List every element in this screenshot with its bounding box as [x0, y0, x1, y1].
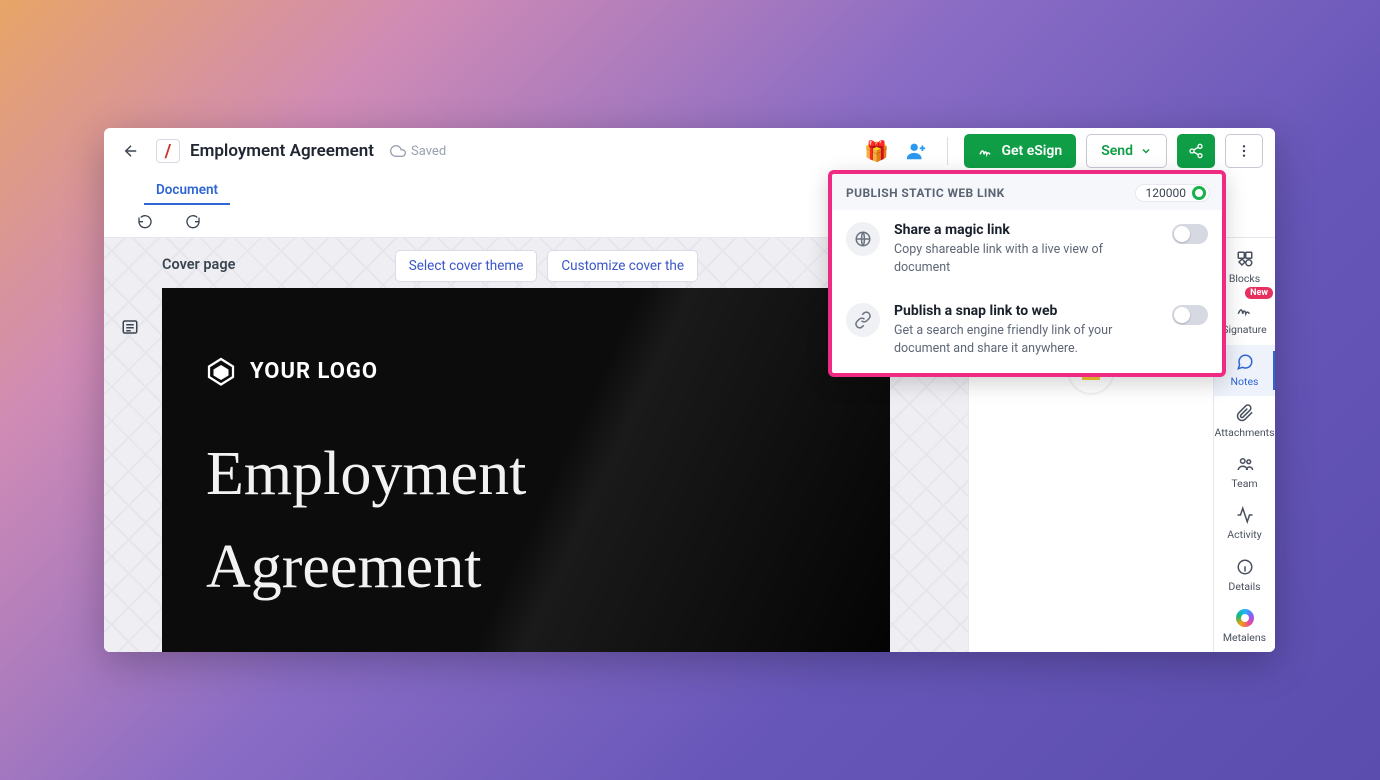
publish-counter-value: 120000: [1146, 186, 1186, 200]
saved-indicator: Saved: [390, 143, 446, 159]
saved-label: Saved: [411, 144, 446, 159]
status-dot-icon: [1192, 186, 1206, 200]
rail-item-activity[interactable]: Activity: [1214, 498, 1275, 549]
cover-headline: Employment Agreement: [206, 428, 706, 614]
cloud-icon: [390, 143, 406, 159]
magic-link-row: Share a magic link Copy shareable link w…: [832, 210, 1222, 291]
customize-cover-button[interactable]: Customize cover the: [547, 250, 698, 282]
share-icon: [1188, 143, 1204, 159]
cover-page-label: Cover page: [162, 256, 235, 273]
info-icon: [1236, 558, 1254, 576]
get-esign-button[interactable]: Get eSign: [964, 134, 1076, 168]
gift-button[interactable]: 🎁: [861, 136, 891, 166]
cover-logo-text: YOUR LOGO: [250, 359, 378, 384]
left-rail: [110, 312, 150, 342]
send-label: Send: [1101, 143, 1133, 159]
topbar: / Employment Agreement Saved 🎁 Get eSign…: [104, 128, 1275, 174]
rail-item-metalens[interactable]: Metalens: [1214, 601, 1275, 652]
magic-link-desc: Copy shareable link with a live view of …: [894, 241, 1158, 277]
snap-link-row: Publish a snap link to web Get a search …: [832, 291, 1222, 372]
document-cover-page[interactable]: YOUR LOGO Employment Agreement: [162, 288, 890, 652]
document-title[interactable]: Employment Agreement: [190, 141, 374, 161]
publish-popover-title: PUBLISH STATIC WEB LINK: [846, 186, 1005, 200]
magic-link-title: Share a magic link: [894, 222, 1158, 238]
magic-link-toggle[interactable]: [1172, 224, 1208, 244]
add-person-button[interactable]: [901, 136, 931, 166]
blocks-icon: [1236, 250, 1254, 268]
rail-label-metalens: Metalens: [1223, 631, 1266, 644]
signature-icon: [978, 143, 994, 159]
dots-vertical-icon: [1236, 143, 1252, 159]
outline-toggle-button[interactable]: [115, 312, 145, 342]
rail-label-blocks: Blocks: [1229, 272, 1260, 285]
arrow-left-icon: [122, 142, 140, 160]
snap-link-title: Publish a snap link to web: [894, 303, 1158, 319]
rail-item-team[interactable]: Team: [1214, 447, 1275, 498]
snap-link-desc: Get a search engine friendly link of you…: [894, 322, 1158, 358]
share-button[interactable]: [1177, 134, 1215, 168]
rail-item-details[interactable]: Details: [1214, 550, 1275, 601]
team-icon: [1236, 455, 1254, 473]
logo-mark-icon: [206, 356, 236, 386]
undo-button[interactable]: [130, 206, 160, 236]
person-plus-icon: [905, 140, 927, 162]
redo-icon: [185, 213, 201, 229]
link-icon: [846, 303, 880, 337]
doc-type-icon: /: [156, 139, 180, 163]
tab-document[interactable]: Document: [148, 176, 226, 204]
cover-logo: YOUR LOGO: [206, 356, 378, 386]
rail-label-team: Team: [1231, 477, 1257, 490]
paperclip-icon: [1236, 404, 1254, 422]
list-icon: [121, 318, 139, 336]
signature-rail-icon: [1236, 301, 1254, 319]
undo-icon: [137, 213, 153, 229]
get-esign-label: Get eSign: [1001, 143, 1062, 159]
rail-label-signature: Signature: [1222, 323, 1266, 336]
activity-icon: [1236, 506, 1254, 524]
new-badge: New: [1245, 287, 1273, 299]
topbar-divider: [947, 137, 948, 165]
publish-popover-header: PUBLISH STATIC WEB LINK 120000: [832, 174, 1222, 210]
publish-counter[interactable]: 120000: [1135, 184, 1210, 202]
metalens-icon: [1236, 609, 1254, 627]
select-cover-theme-button[interactable]: Select cover theme: [395, 250, 538, 282]
rail-item-attachments[interactable]: Attachments: [1214, 396, 1275, 447]
more-button[interactable]: [1225, 134, 1263, 168]
chevron-down-icon: [1140, 145, 1152, 157]
rail-label-notes: Notes: [1231, 375, 1259, 388]
redo-button[interactable]: [178, 206, 208, 236]
snap-link-toggle[interactable]: [1172, 305, 1208, 325]
rail-label-activity: Activity: [1227, 528, 1261, 541]
globe-icon: [846, 222, 880, 256]
chat-icon: [1236, 353, 1254, 371]
rail-label-attachments: Attachments: [1214, 426, 1274, 439]
rail-label-details: Details: [1228, 580, 1260, 593]
back-button[interactable]: [116, 136, 146, 166]
cover-actions: Select cover theme Customize cover the: [395, 250, 698, 282]
send-button[interactable]: Send: [1086, 134, 1167, 168]
publish-popover: PUBLISH STATIC WEB LINK 120000 Share a m…: [828, 170, 1226, 377]
